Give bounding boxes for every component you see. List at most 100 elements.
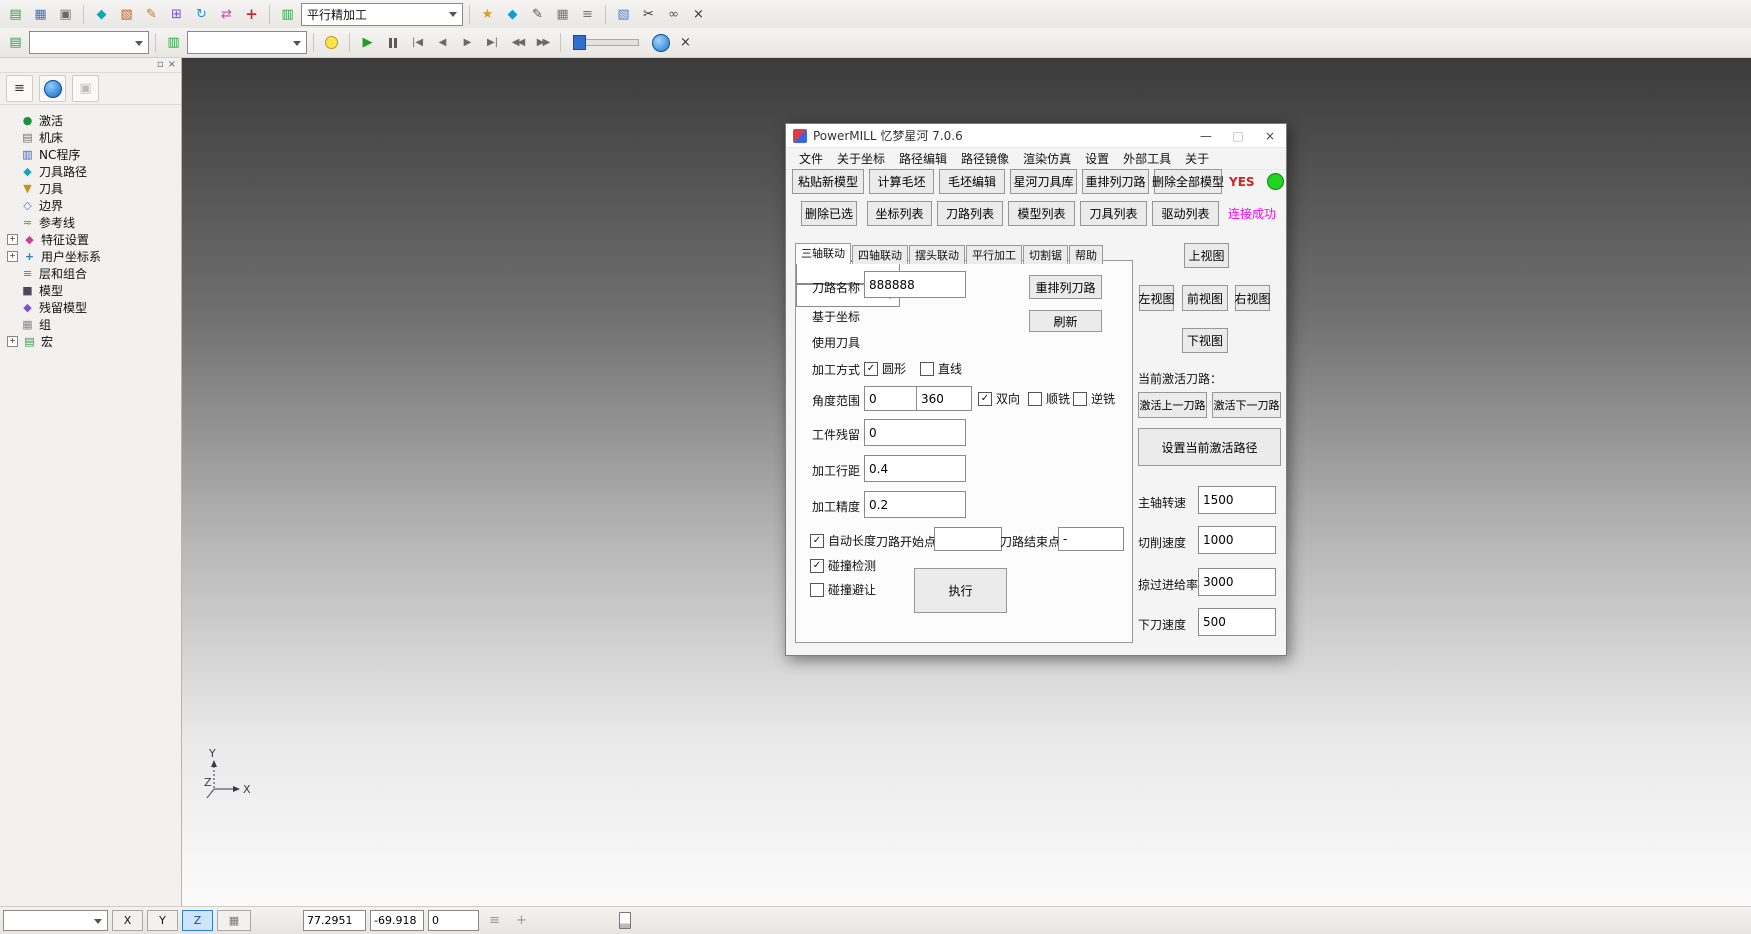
menu-path-mirror[interactable]: 路径镜像 — [954, 148, 1016, 169]
print-icon[interactable]: ▣ — [54, 4, 77, 25]
pin-icon[interactable]: ▫ — [157, 59, 164, 70]
delete-selected-button[interactable]: 删除已选 — [801, 201, 857, 226]
skim-feed-input[interactable] — [1198, 568, 1276, 596]
workplane-icon[interactable]: ⊞ — [165, 4, 188, 25]
calculator-icon[interactable]: ▦ — [551, 4, 574, 25]
end-point-input[interactable] — [1058, 527, 1124, 551]
tree-item-nc-program[interactable]: ▥NC程序 — [7, 146, 181, 163]
model-list-button[interactable]: 模型列表 — [1008, 201, 1075, 226]
tree-item-tool[interactable]: ▼刀具 — [7, 180, 181, 197]
fast-forward-icon[interactable]: ▶▶ — [531, 32, 554, 53]
tree-item-macro[interactable]: +▤宏 — [7, 333, 181, 350]
scissors-icon[interactable]: ✂ — [637, 4, 660, 25]
bidirectional-checkbox[interactable]: 双向 — [978, 390, 1020, 407]
menu-path-edit[interactable]: 路径编辑 — [892, 148, 954, 169]
pane-toggle-icon[interactable] — [613, 910, 636, 931]
measure-icon[interactable]: ≡ — [576, 4, 599, 25]
collision-check-checkbox[interactable]: 碰撞检测 — [810, 557, 876, 574]
cutting-speed-input[interactable] — [1198, 526, 1276, 554]
strategy-dropdown[interactable]: 平行精加工 — [301, 3, 463, 26]
tree-item-levels[interactable]: ≡层和组合 — [7, 265, 181, 282]
stock-input[interactable] — [864, 419, 966, 446]
mode-line-checkbox[interactable]: 直线 — [920, 360, 962, 377]
step-back-icon[interactable]: ◀ — [431, 32, 454, 53]
edit-icon[interactable]: ✎ — [526, 4, 549, 25]
climb-checkbox[interactable]: 顺铣 — [1028, 390, 1070, 407]
coord-z-input[interactable] — [428, 910, 479, 931]
step-first-icon[interactable]: |◀ — [406, 32, 429, 53]
play-icon[interactable]: ▶ — [356, 32, 379, 53]
powermill-layers-icon[interactable]: ▤ — [4, 4, 27, 25]
toolpath-list-button[interactable]: 刀路列表 — [937, 201, 1003, 226]
view-right-button[interactable]: 右视图 — [1235, 285, 1270, 311]
expand-icon[interactable]: + — [7, 234, 18, 245]
rotate-icon[interactable]: ↻ — [190, 4, 213, 25]
powermill-layers-icon[interactable]: ▤ — [4, 32, 27, 53]
boundary-icon[interactable]: ▧ — [115, 4, 138, 25]
coord-x-input[interactable] — [303, 910, 366, 931]
tree-item-group[interactable]: ▦组 — [7, 316, 181, 333]
panel-close-icon[interactable]: × — [168, 59, 176, 70]
toolbar-close-icon[interactable]: × — [674, 32, 697, 53]
view-bottom-button[interactable]: 下视图 — [1182, 328, 1228, 353]
z-axis-button[interactable]: Z — [182, 910, 213, 931]
tab-4axis[interactable]: 四轴联动 — [852, 245, 908, 264]
collision-avoid-checkbox[interactable]: 碰撞避让 — [810, 581, 876, 598]
start-point-input[interactable] — [934, 527, 1002, 551]
tree-item-activate[interactable]: ●激活 — [7, 112, 181, 129]
menu-about-coord[interactable]: 关于坐标 — [830, 148, 892, 169]
menu-file[interactable]: 文件 — [792, 148, 830, 169]
x-axis-button[interactable]: X — [112, 910, 143, 931]
dialog-titlebar[interactable]: PowerMILL 忆梦星河 7.0.6 — □ × — [786, 124, 1286, 148]
menu-render-sim[interactable]: 渲染仿真 — [1016, 148, 1078, 169]
toolbar-close-icon[interactable]: × — [687, 4, 710, 25]
nc-program-dropdown[interactable] — [29, 31, 149, 54]
simulation-speed-slider[interactable] — [573, 39, 639, 46]
tree-item-machine[interactable]: ▤机床 — [7, 129, 181, 146]
view-front-button[interactable]: 前视图 — [1182, 285, 1228, 311]
activate-prev-button[interactable]: 激活上一刀路 — [1138, 392, 1207, 418]
tab-help[interactable]: 帮助 — [1069, 245, 1103, 264]
expand-icon[interactable]: + — [7, 251, 18, 262]
pencil-icon[interactable]: ✎ — [140, 4, 163, 25]
globe-icon[interactable] — [39, 75, 66, 102]
view-icon[interactable]: ∞ — [662, 4, 685, 25]
grid-toggle-icon[interactable]: ▦ — [217, 910, 251, 931]
tool-create-icon[interactable]: ★ — [476, 4, 499, 25]
save-icon[interactable]: ▦ — [29, 4, 52, 25]
conventional-checkbox[interactable]: 逆铣 — [1073, 390, 1115, 407]
tree-item-stock-model[interactable]: ◆残留模型 — [7, 299, 181, 316]
menu-external-tools[interactable]: 外部工具 — [1116, 148, 1178, 169]
tab-3axis[interactable]: 三轴联动 — [795, 243, 851, 264]
tab-parallel[interactable]: 平行加工 — [966, 245, 1022, 264]
tool-library-button[interactable]: 星河刀具库 — [1010, 169, 1077, 194]
tab-tilt-head[interactable]: 摆头联动 — [909, 245, 965, 264]
hierarchy-icon[interactable]: ≡ — [6, 75, 33, 102]
stats-icon[interactable]: ▧ — [612, 4, 635, 25]
y-axis-button[interactable]: Y — [147, 910, 178, 931]
auto-length-checkbox[interactable]: 自动长度 — [810, 532, 876, 549]
menu-settings[interactable]: 设置 — [1078, 148, 1116, 169]
tree-item-model[interactable]: ■模型 — [7, 282, 181, 299]
step-last-icon[interactable]: ▶| — [481, 32, 504, 53]
tolerance-input[interactable] — [864, 491, 966, 518]
expand-icon[interactable]: + — [7, 336, 18, 347]
coord-y-input[interactable] — [370, 910, 424, 931]
mirror-icon[interactable]: ⇄ — [215, 4, 238, 25]
clock-icon[interactable] — [649, 32, 672, 53]
tab-saw[interactable]: 切割锯 — [1023, 245, 1068, 264]
rewind-icon[interactable]: ◀◀ — [506, 32, 529, 53]
plunge-speed-input[interactable] — [1198, 608, 1276, 636]
spindle-speed-input[interactable] — [1198, 486, 1276, 514]
toolpath-dropdown[interactable] — [187, 31, 307, 54]
drive-list-button[interactable]: 驱动列表 — [1152, 201, 1219, 226]
slider-handle[interactable] — [573, 35, 586, 50]
block-icon[interactable]: ◆ — [90, 4, 113, 25]
levels-icon[interactable]: ▥ — [162, 32, 185, 53]
rearrange-button[interactable]: 重排列刀路 — [1029, 275, 1102, 299]
paste-new-model-button[interactable]: 粘贴新模型 — [792, 169, 864, 194]
mode-circle-checkbox[interactable]: 圆形 — [864, 360, 906, 377]
statusbar-dropdown[interactable] — [3, 910, 108, 931]
view-top-button[interactable]: 上视图 — [1184, 243, 1229, 268]
tool-list-button[interactable]: 刀具列表 — [1080, 201, 1147, 226]
